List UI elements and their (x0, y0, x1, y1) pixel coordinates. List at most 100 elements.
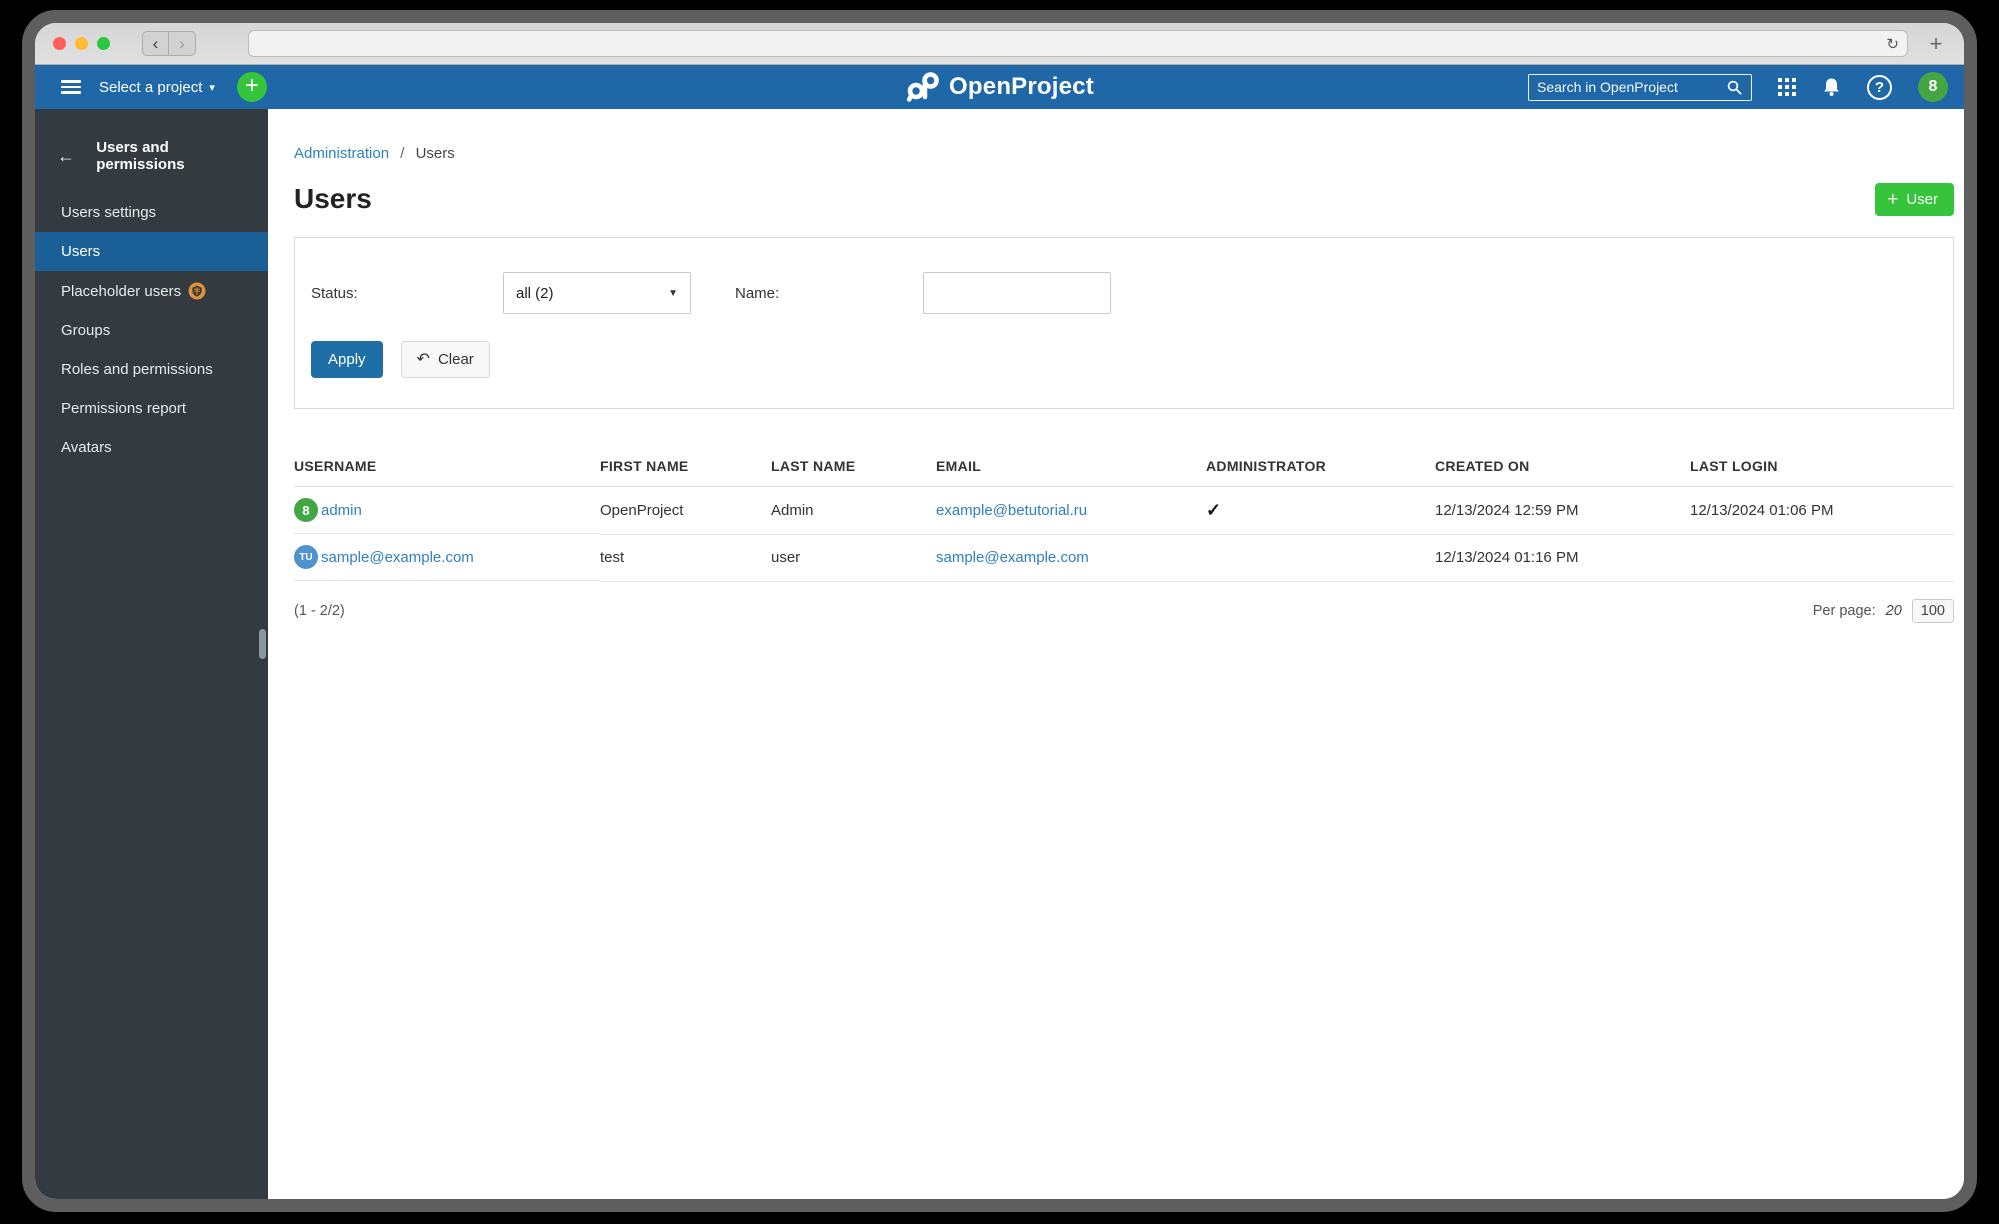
users-table: USERNAME FIRST NAME LAST NAME EMAIL ADMI… (294, 458, 1954, 582)
select-project-label: Select a project (99, 78, 203, 96)
browser-window: ‹ › ↻ + Select a project ▾ + OpenProject… (22, 10, 1977, 1212)
column-header-email[interactable]: EMAIL (936, 458, 1206, 487)
breadcrumb-administration-link[interactable]: Administration (294, 145, 389, 162)
forward-chevron-icon: › (179, 34, 185, 53)
email-link[interactable]: sample@example.com (936, 549, 1089, 566)
pagination-row: (1 - 2/2) Per page: 20 100 (294, 598, 1954, 623)
undo-icon: ↶ (416, 350, 430, 368)
column-header-last-name[interactable]: LAST NAME (771, 458, 936, 487)
select-caret-icon: ▼ (668, 287, 678, 299)
window-controls (53, 37, 110, 50)
row-avatar: TU (294, 545, 318, 569)
last-login-cell (1690, 534, 1954, 582)
sidebar-resize-handle[interactable] (259, 629, 266, 659)
sidebar-item-users[interactable]: Users (35, 232, 268, 271)
avatar-text: TU (299, 551, 313, 563)
per-page-option-100[interactable]: 100 (1911, 598, 1954, 623)
apply-button[interactable]: Apply (311, 341, 383, 378)
username-link[interactable]: sample@example.com (321, 549, 474, 566)
new-tab-button[interactable]: + (1922, 31, 1950, 57)
sidebar-item-label: Groups (61, 322, 111, 339)
browser-forward-button[interactable]: › (169, 31, 196, 56)
avatar-text: 8 (1928, 78, 1938, 95)
openproject-logo: OpenProject (905, 71, 1094, 103)
browser-chrome: ‹ › ↻ + (35, 23, 1964, 65)
browser-back-button[interactable]: ‹ (142, 31, 169, 56)
breadcrumb-current: Users (415, 145, 455, 162)
pagination-range: (1 - 2/2) (294, 602, 345, 619)
breadcrumb: Administration / Users (294, 145, 1954, 162)
username-cell: TU sample@example.com (294, 534, 600, 581)
sidebar-item-label: Placeholder users (61, 282, 182, 300)
app-header: Select a project ▾ + OpenProject Search … (35, 65, 1964, 109)
main-area: ← Users and permissions Users settings U… (35, 109, 1964, 1199)
sidebar-item-roles-permissions[interactable]: Roles and permissions (35, 350, 268, 389)
first-name-cell: test (600, 534, 771, 582)
per-page-label: Per page: (1812, 602, 1876, 619)
content-area: Administration / Users Users + User Stat… (268, 109, 1964, 1199)
column-header-created-on[interactable]: CREATED ON (1435, 458, 1690, 487)
sidebar-header: ← Users and permissions (35, 109, 268, 193)
filter-row: Status: all (2) ▼ Name: (311, 272, 1933, 314)
search-icon (1727, 80, 1742, 94)
close-window-button[interactable] (53, 37, 66, 50)
sidebar-item-groups[interactable]: Groups (35, 311, 268, 350)
url-input[interactable] (257, 36, 1887, 51)
name-filter-label: Name: (735, 284, 780, 302)
reload-icon[interactable]: ↻ (1886, 35, 1899, 53)
browser-nav-buttons: ‹ › (142, 31, 196, 56)
email-cell: sample@example.com (936, 534, 1206, 582)
enterprise-badge-icon (188, 282, 206, 300)
sidebar-item-placeholder-users[interactable]: Placeholder users (35, 271, 268, 311)
last-name-cell: Admin (771, 486, 936, 535)
page-title: Users (294, 183, 372, 214)
plus-icon: + (1887, 188, 1899, 210)
column-header-last-login[interactable]: LAST LOGIN (1690, 458, 1954, 487)
sidebar-item-permissions-report[interactable]: Permissions report (35, 389, 268, 428)
administrator-cell: ✓ (1206, 486, 1435, 535)
sidebar-item-users-settings[interactable]: Users settings (35, 193, 268, 232)
sidebar-title: Users and permissions (96, 139, 185, 173)
sidebar-item-label: Permissions report (61, 400, 187, 417)
per-page-current: 20 (1885, 602, 1902, 619)
address-bar[interactable]: ↻ (248, 30, 1908, 57)
sidebar-item-label: Avatars (61, 439, 112, 456)
first-name-cell: OpenProject (600, 486, 771, 535)
email-link[interactable]: example@betutorial.ru (936, 502, 1087, 519)
filter-panel: Status: all (2) ▼ Name: Apply ↶ Clear (294, 237, 1954, 409)
per-page-control: Per page: 20 100 (1812, 598, 1954, 623)
column-header-first-name[interactable]: FIRST NAME (600, 458, 771, 487)
column-header-username[interactable]: USERNAME (294, 458, 600, 487)
last-login-cell: 12/13/2024 01:06 PM (1690, 486, 1954, 535)
minimize-window-button[interactable] (75, 37, 88, 50)
administrator-cell (1206, 534, 1435, 582)
help-glyph: ? (1874, 78, 1885, 96)
status-select[interactable]: all (2) ▼ (503, 272, 691, 314)
column-header-administrator[interactable]: ADMINISTRATOR (1206, 458, 1435, 487)
sidebar-item-label: Users settings (61, 204, 157, 221)
sidebar-item-avatars[interactable]: Avatars (35, 428, 268, 467)
table-row: TU sample@example.com test user sample@e… (294, 534, 1954, 582)
check-icon: ✓ (1206, 499, 1222, 520)
hamburger-menu-icon[interactable] (61, 80, 81, 94)
apps-grid-icon[interactable] (1778, 78, 1796, 96)
back-arrow-icon[interactable]: ← (57, 146, 96, 167)
add-user-button[interactable]: + User (1875, 183, 1954, 216)
select-project-dropdown[interactable]: Select a project ▾ (99, 79, 215, 96)
created-on-cell: 12/13/2024 01:16 PM (1435, 534, 1690, 582)
breadcrumb-separator: / (400, 145, 405, 162)
maximize-window-button[interactable] (97, 37, 110, 50)
clear-button[interactable]: ↶ Clear (400, 341, 490, 378)
add-project-button[interactable]: + (236, 72, 267, 102)
chevron-down-icon: ▾ (209, 81, 215, 94)
status-filter-label: Status: (311, 284, 358, 302)
global-search[interactable] (1528, 73, 1752, 101)
name-filter-input[interactable] (923, 272, 1111, 314)
back-chevron-icon: ‹ (152, 34, 159, 53)
search-input[interactable] (1537, 79, 1726, 95)
last-name-cell: user (771, 534, 936, 582)
help-icon[interactable]: ? (1867, 74, 1892, 100)
notifications-bell-icon[interactable] (1822, 77, 1841, 97)
username-link[interactable]: admin (321, 502, 362, 519)
user-avatar[interactable]: 8 (1918, 72, 1948, 102)
